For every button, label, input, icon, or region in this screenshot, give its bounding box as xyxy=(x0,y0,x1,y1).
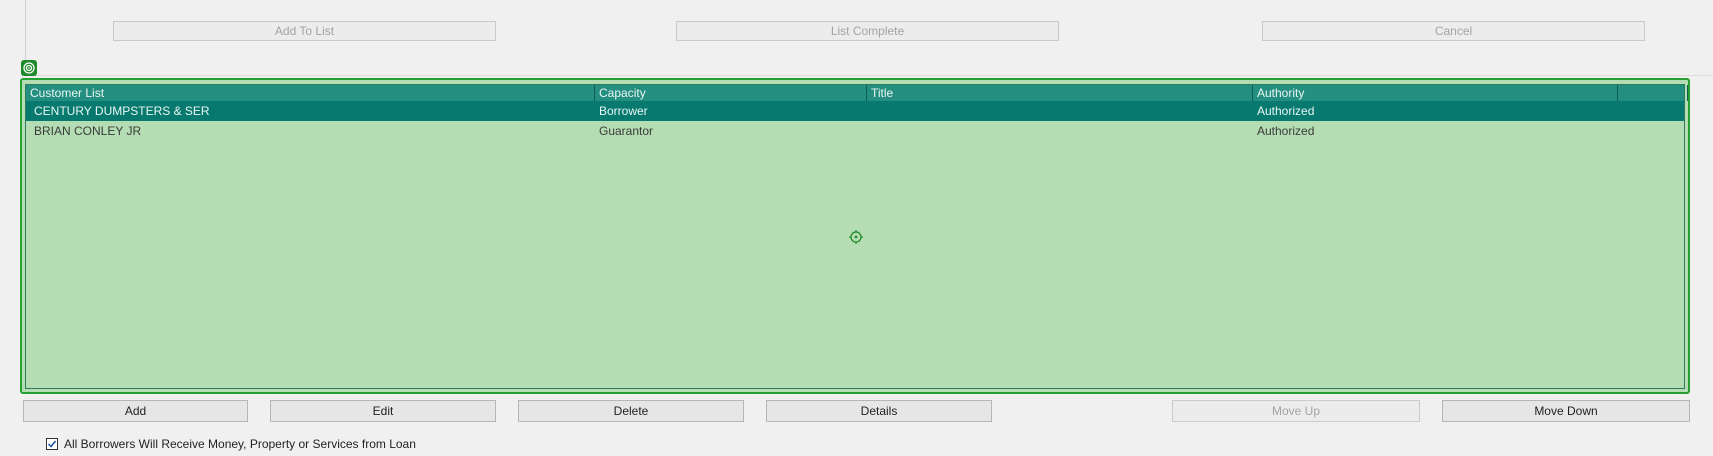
table-row[interactable]: CENTURY DUMPSTERS & SER Borrower Authori… xyxy=(26,101,1684,121)
list-complete-button[interactable]: List Complete xyxy=(676,21,1059,41)
receive-money-checkbox[interactable] xyxy=(46,438,58,450)
crosshair-icon xyxy=(849,230,863,244)
receive-money-label: All Borrowers Will Receive Money, Proper… xyxy=(64,437,416,451)
top-divider xyxy=(25,75,1713,76)
target-icon[interactable] xyxy=(21,60,37,76)
column-header-authority[interactable]: Authority xyxy=(1253,85,1618,101)
cell-customer: CENTURY DUMPSTERS & SER xyxy=(34,104,210,118)
receive-money-checkbox-row[interactable]: All Borrowers Will Receive Money, Proper… xyxy=(46,437,416,451)
cell-authority: Authorized xyxy=(1257,124,1315,138)
delete-button[interactable]: Delete xyxy=(518,400,744,422)
cell-capacity: Guarantor xyxy=(599,124,654,138)
column-header-title[interactable]: Title xyxy=(867,85,1253,101)
table-row[interactable]: BRIAN CONLEY JR Guarantor Authorized xyxy=(26,121,1684,141)
add-button[interactable]: Add xyxy=(23,400,248,422)
cancel-button[interactable]: Cancel xyxy=(1262,21,1645,41)
details-button[interactable]: Details xyxy=(766,400,992,422)
cell-customer: BRIAN CONLEY JR xyxy=(34,124,142,138)
column-header-customer-list[interactable]: Customer List xyxy=(26,85,595,101)
grid-header: Customer List Capacity Title Authority xyxy=(26,85,1688,101)
cell-capacity: Borrower xyxy=(599,104,648,118)
cell-authority: Authorized xyxy=(1257,104,1315,118)
edit-button[interactable]: Edit xyxy=(270,400,496,422)
move-down-button[interactable]: Move Down xyxy=(1442,400,1690,422)
add-to-list-button[interactable]: Add To List xyxy=(113,21,496,41)
column-header-extra[interactable] xyxy=(1618,85,1688,101)
move-up-button[interactable]: Move Up xyxy=(1172,400,1420,422)
column-header-capacity[interactable]: Capacity xyxy=(595,85,867,101)
checkmark-icon xyxy=(47,440,57,448)
